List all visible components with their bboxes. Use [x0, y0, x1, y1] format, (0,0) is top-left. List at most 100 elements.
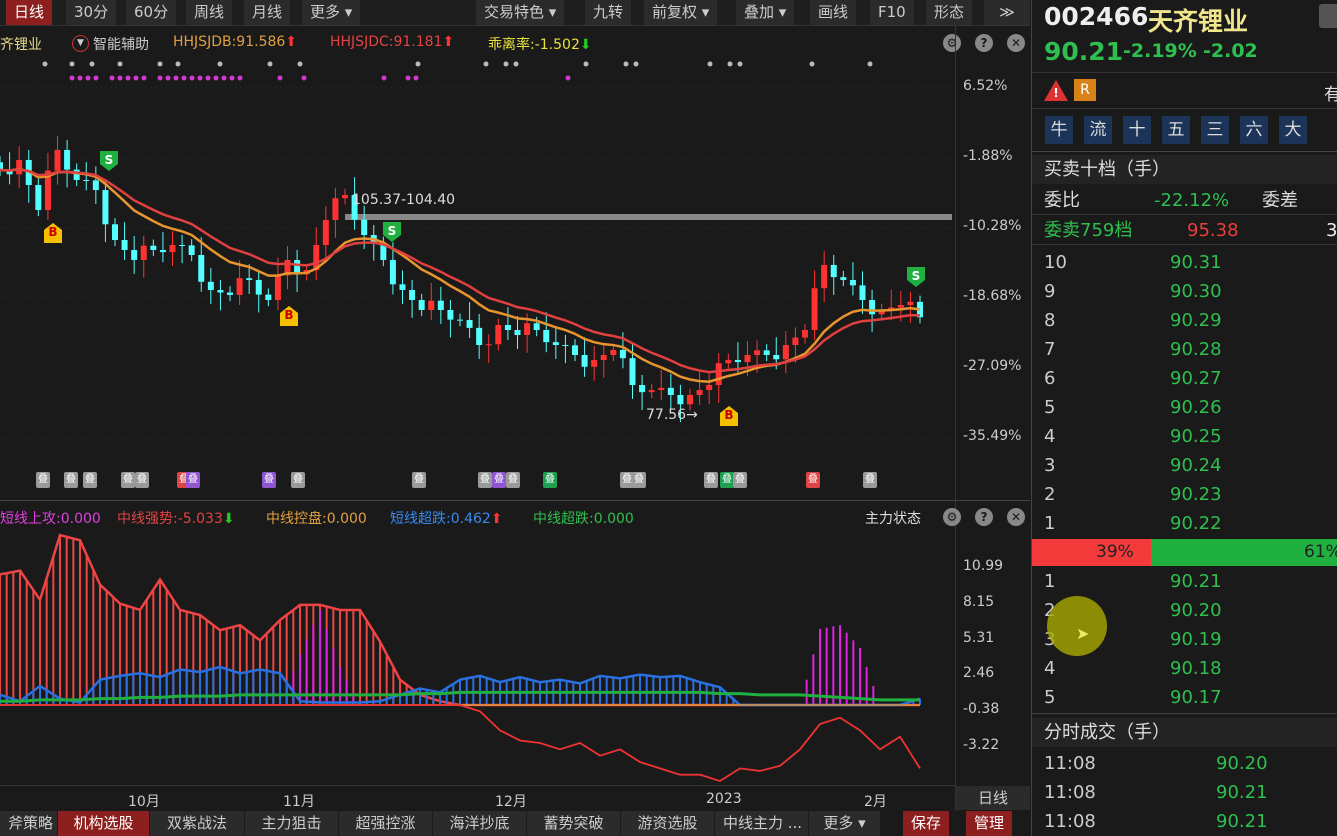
strategy-tab[interactable]: 蓄势突破 [527, 811, 621, 836]
event-badge[interactable]: 叠 [412, 472, 426, 488]
ask-row[interactable]: 9 90.30 [1032, 277, 1337, 306]
candle-body [447, 309, 454, 320]
signal-dot [381, 75, 387, 81]
event-badge[interactable]: 叠 [733, 472, 747, 488]
candle-body [83, 179, 90, 181]
manage-button[interactable]: 管理 [966, 811, 1014, 836]
candle-body [792, 337, 799, 346]
bid-row[interactable]: 1 90.21 [1032, 567, 1337, 596]
category-button[interactable]: 流 [1084, 116, 1112, 144]
buy-pct: 39% [1096, 542, 1134, 562]
tab-daily[interactable]: 日线 [6, 0, 53, 25]
event-badge[interactable]: 叠 [121, 472, 135, 488]
date-tick: 2月 [864, 794, 887, 810]
tab-weekly[interactable]: 周线 [186, 0, 233, 25]
more-dropdown[interactable]: 更多 ▾ [302, 0, 361, 25]
bid-row[interactable]: 4 90.18 [1032, 654, 1337, 683]
r-badge[interactable]: R [1074, 79, 1096, 101]
bid-row[interactable]: 5 90.17 [1032, 683, 1337, 712]
truncated-label: 有 [1324, 85, 1337, 105]
candle-body [332, 198, 339, 221]
warning-icon[interactable]: ! [1044, 80, 1068, 101]
candle-body [399, 284, 406, 291]
ask-price: 90.23 [1170, 484, 1222, 505]
tab-60min[interactable]: 60分 [126, 0, 177, 25]
sell-levels-row: 委卖759档 95.38 3 [1032, 216, 1337, 245]
ask-row[interactable]: 3 90.24 [1032, 451, 1337, 480]
strategy-tab[interactable]: 超强控涨 [339, 811, 433, 836]
category-button[interactable]: 十 [1123, 116, 1151, 144]
save-button[interactable]: 保存 [903, 811, 951, 836]
signal-dot [165, 75, 171, 81]
event-badge[interactable]: 叠 [492, 472, 506, 488]
ask-row[interactable]: 5 90.26 [1032, 393, 1337, 422]
event-badge[interactable]: 叠 [543, 472, 557, 488]
close-icon[interactable]: ✕ [1007, 508, 1025, 526]
event-badge[interactable]: 叠 [506, 472, 520, 488]
event-badge[interactable]: 叠 [291, 472, 305, 488]
event-badge[interactable]: 叠 [806, 472, 820, 488]
candle-body [112, 224, 118, 240]
category-button[interactable]: 三 [1201, 116, 1229, 144]
adjust-dropdown[interactable]: 前复权 ▾ [644, 0, 718, 25]
strategy-tab[interactable]: 游资选股 [621, 811, 715, 836]
strategy-tab[interactable]: 中线主力 ... [715, 811, 809, 836]
overlay-dropdown[interactable]: 叠加 ▾ [736, 0, 795, 25]
tab-30min[interactable]: 30分 [66, 0, 117, 25]
pane-divider [0, 500, 1030, 501]
strategy-tab[interactable]: 主力狙击 [245, 811, 339, 836]
pattern-button[interactable]: 形态 [926, 0, 973, 25]
strategy-tab[interactable]: 双紫战法 [150, 811, 245, 836]
trade-price: 90.20 [1216, 753, 1268, 774]
bell-icon[interactable] [1319, 4, 1337, 28]
category-button[interactable]: 五 [1162, 116, 1190, 144]
indicator-chart[interactable] [0, 530, 955, 785]
event-badge[interactable]: 叠 [478, 472, 492, 488]
candle-body [830, 264, 837, 278]
event-badge[interactable]: 叠 [83, 472, 97, 488]
ask-level: 3 [1044, 455, 1056, 476]
period-label[interactable]: 日线 [956, 786, 1030, 810]
category-button[interactable]: 牛 [1045, 116, 1073, 144]
tab-monthly[interactable]: 月线 [244, 0, 291, 25]
event-badge[interactable]: 叠 [704, 472, 718, 488]
event-badge[interactable]: 叠 [64, 472, 78, 488]
arrow-up-icon: ⬆ [490, 511, 503, 527]
f10-button[interactable]: F10 [870, 0, 914, 25]
signal-dot [727, 61, 733, 67]
event-badge[interactable]: 叠 [186, 472, 200, 488]
ask-row[interactable]: 1 90.22 [1032, 509, 1337, 538]
event-badge[interactable]: 叠 [632, 472, 646, 488]
help-icon[interactable]: ? [975, 508, 993, 526]
strategy-tab[interactable]: 斧策略 [0, 811, 58, 836]
ask-row[interactable]: 4 90.25 [1032, 422, 1337, 451]
signal-dot [42, 61, 48, 67]
event-badge[interactable]: 叠 [262, 472, 276, 488]
trade-features-dropdown[interactable]: 交易特色 ▾ [476, 0, 565, 25]
event-badge[interactable]: 叠 [863, 472, 877, 488]
indicator-axis-tick: -3.22 [963, 737, 1000, 753]
category-button[interactable]: 大 [1279, 116, 1307, 144]
ask-row[interactable]: 8 90.29 [1032, 306, 1337, 335]
ask-row[interactable]: 10 90.31 [1032, 248, 1337, 277]
indicator-name[interactable]: 主力状态 [865, 508, 921, 528]
signal-dot [93, 75, 99, 81]
gear-icon[interactable]: ⚙ [943, 508, 961, 526]
event-badge[interactable]: 叠 [135, 472, 149, 488]
ask-row[interactable]: 2 90.23 [1032, 480, 1337, 509]
candle-body [476, 327, 483, 346]
signal-dot [707, 61, 713, 67]
nine-turn-button[interactable]: 九转 [585, 0, 632, 25]
event-badge[interactable]: 叠 [720, 472, 734, 488]
draw-line-button[interactable]: 画线 [810, 0, 857, 25]
category-button[interactable]: 六 [1240, 116, 1268, 144]
event-badge[interactable]: 叠 [36, 472, 50, 488]
ask-row[interactable]: 6 90.27 [1032, 364, 1337, 393]
strategy-tab[interactable]: 海洋抄底 [433, 811, 527, 836]
weibi-label: 委比 [1044, 190, 1080, 211]
strategy-tab[interactable]: 机构选股 [58, 811, 150, 836]
ask-row[interactable]: 7 90.28 [1032, 335, 1337, 364]
expand-icon[interactable]: ≫ [984, 0, 1030, 25]
strategy-tab[interactable]: 更多 ▾ [809, 811, 881, 836]
kline-chart[interactable] [0, 26, 1030, 500]
